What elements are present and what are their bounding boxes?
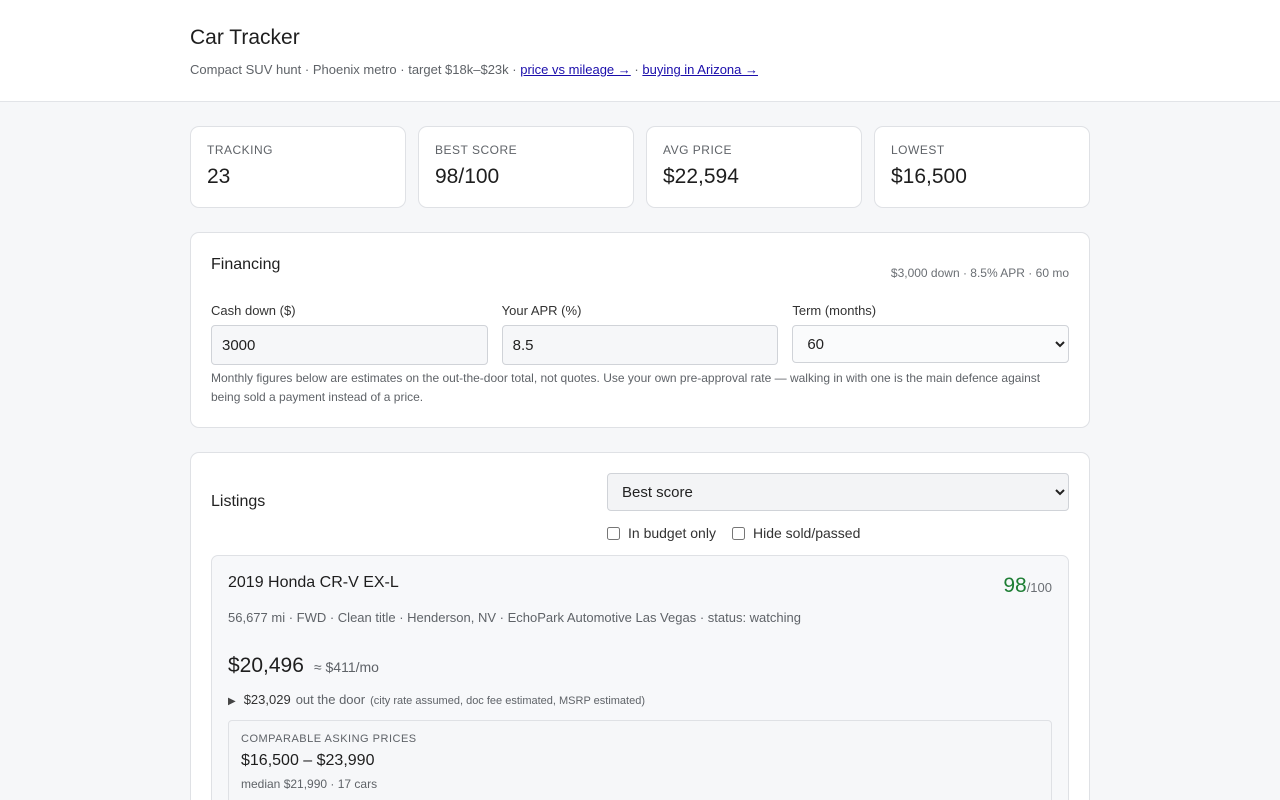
in-budget-filter[interactable]: In budget only (607, 525, 716, 541)
subtitle-separator: · (634, 62, 639, 77)
car-meta: 56,677 mi · FWD · Clean title · Henderso… (228, 610, 801, 625)
expand-triangle-icon: ▶ (228, 696, 236, 707)
financing-title: Financing (211, 256, 281, 273)
otd-note: (city rate assumed, doc fee estimated, M… (370, 695, 646, 707)
cash-down-input[interactable] (211, 325, 488, 365)
stats-row: TRACKING 23 BEST SCORE 98/100 AVG PRICE … (190, 126, 1090, 208)
listings-panel: Listings Best score In budget only Hide … (190, 452, 1090, 800)
stat-lowest: LOWEST $16,500 (874, 126, 1090, 208)
subtitle-text: Compact SUV hunt · Phoenix metro · targe… (190, 62, 517, 77)
stat-tracking: TRACKING 23 (190, 126, 406, 208)
apr-input[interactable] (501, 325, 779, 365)
financing-note: Monthly figures below are estimates on t… (211, 371, 1041, 404)
stat-value: $22,594 (663, 165, 739, 188)
stat-value: $16,500 (891, 165, 967, 188)
otd-value: $23,029 (243, 692, 291, 707)
in-budget-label: In budget only (628, 525, 716, 541)
stat-label: TRACKING (207, 143, 274, 157)
sort-select[interactable]: Best score (607, 473, 1069, 511)
hide-sold-filter[interactable]: Hide sold/passed (731, 525, 861, 541)
in-budget-checkbox[interactable] (607, 526, 620, 540)
comps-range: $16,500 – $23,990 (241, 752, 375, 769)
hide-sold-label: Hide sold/passed (752, 525, 861, 541)
stat-value: 23 (207, 165, 231, 188)
page-header: Car Tracker Compact SUV hunt · Phoenix m… (0, 0, 1280, 102)
listing-card[interactable]: 2019 Honda CR-V EX-L 98/100 56,677 mi · … (211, 555, 1069, 800)
score-value: 98 (1003, 574, 1027, 597)
stat-label: BEST SCORE (435, 143, 518, 157)
stat-value: 98/100 (435, 165, 500, 188)
apr-field-group: Your APR (%) (501, 303, 779, 365)
car-title: 2019 Honda CR-V EX-L (228, 574, 399, 591)
main-content: TRACKING 23 BEST SCORE 98/100 AVG PRICE … (190, 126, 1090, 800)
comps-label: COMPARABLE ASKING PRICES (241, 733, 417, 745)
term-field-group: Term (months) 60 (792, 303, 1070, 365)
stat-label: AVG PRICE (663, 143, 732, 157)
comparables-box: COMPARABLE ASKING PRICES $16,500 – $23,9… (228, 720, 1052, 800)
out-the-door-toggle[interactable]: ▶ $23,029 out the door (city rate assume… (228, 692, 1052, 707)
score-badge: 98/100 (1003, 574, 1052, 598)
cash-down-label: Cash down ($) (211, 303, 296, 318)
stat-avg-price: AVG PRICE $22,594 (646, 126, 862, 208)
buying-in-arizona-link[interactable]: buying in Arizona → (642, 62, 758, 77)
financing-panel: Financing $3,000 down · 8.5% APR · 60 mo… (190, 232, 1090, 428)
cash-down-field-group: Cash down ($) (211, 303, 488, 365)
apr-label: Your APR (%) (501, 303, 582, 318)
hide-sold-checkbox[interactable] (731, 526, 745, 540)
listing-controls: Best score In budget only Hide sold/pass… (607, 473, 1069, 541)
car-monthly: ≈ $411/mo (313, 659, 379, 675)
term-select[interactable]: 60 (792, 325, 1070, 363)
app-title: Car Tracker (190, 26, 300, 49)
car-price: $20,496 (228, 654, 304, 677)
otd-label: out the door (295, 692, 366, 707)
subtitle: Compact SUV hunt · Phoenix metro · targe… (190, 62, 1090, 77)
financing-summary: $3,000 down · 8.5% APR · 60 mo (890, 266, 1069, 280)
price-vs-mileage-link[interactable]: price vs mileage → (520, 62, 631, 77)
stat-label: LOWEST (891, 143, 945, 157)
comps-sub: median $21,990 · 17 cars (241, 777, 378, 791)
stat-best-score: BEST SCORE 98/100 (418, 126, 634, 208)
listings-title: Listings (211, 493, 266, 510)
score-max: /100 (1026, 580, 1052, 595)
term-label: Term (months) (792, 303, 877, 318)
